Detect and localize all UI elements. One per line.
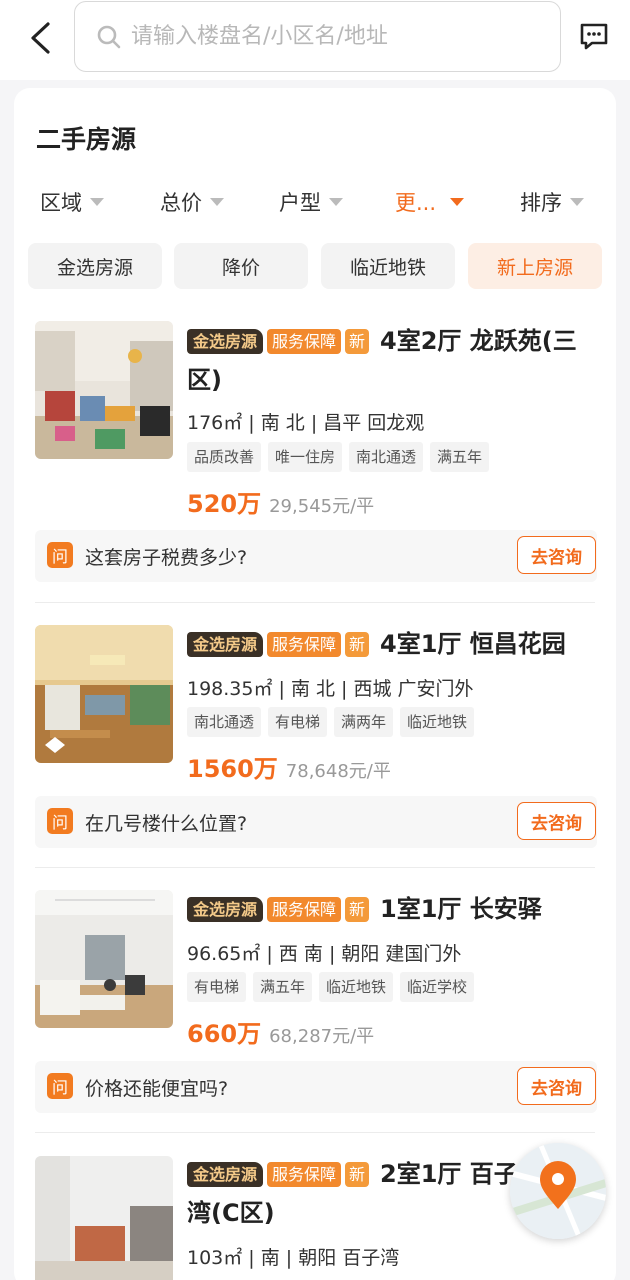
tag: 满两年 xyxy=(334,707,394,737)
unit-price: 68,287元/平 xyxy=(269,1026,375,1047)
chip-gold-listings[interactable]: 金选房源 xyxy=(28,243,162,289)
tag-list: 品质改善 唯一住房 南北通透 满五年 xyxy=(187,442,496,472)
tag-list: 有电梯 满五年 临近地铁 临近学校 xyxy=(187,972,481,1002)
listing-info: 103㎡ | 南 | 朝阳 百子湾 xyxy=(187,1247,400,1269)
consult-button[interactable]: 去咨询 xyxy=(517,1067,596,1105)
divider xyxy=(35,602,595,603)
tag: 临近地铁 xyxy=(400,707,475,737)
search-bar[interactable] xyxy=(74,1,561,72)
tag: 唯一住房 xyxy=(268,442,343,472)
unit-price: 29,545元/平 xyxy=(269,496,375,517)
question-bar: 问 这套房子税费多少? 去咨询 xyxy=(35,530,597,582)
price-row: 1560万 78,648元/平 xyxy=(187,749,391,784)
listing-title: 2室1厅 百子湾(C区) xyxy=(187,1160,518,1227)
question-icon: 问 xyxy=(47,808,73,834)
chip-near-subway[interactable]: 临近地铁 xyxy=(321,243,455,289)
question-text: 价格还能便宜吗? xyxy=(85,1078,229,1100)
question-text: 这套房子税费多少? xyxy=(85,547,248,569)
map-pin-icon xyxy=(510,1143,606,1239)
tag: 满五年 xyxy=(253,972,313,1002)
question-text: 在几号楼什么位置? xyxy=(85,813,248,835)
tag-list: 南北通透 有电梯 满两年 临近地铁 xyxy=(187,707,481,737)
search-icon xyxy=(95,23,123,51)
total-price: 520万 xyxy=(187,490,262,518)
consult-button[interactable]: 去咨询 xyxy=(517,802,596,840)
price-row: 520万 29,545元/平 xyxy=(187,484,374,519)
listing-info: 96.65㎡ | 西 南 | 朝阳 建国门外 xyxy=(187,943,462,965)
caret-down-icon xyxy=(329,198,343,206)
tag: 有电梯 xyxy=(187,972,247,1002)
total-price: 1560万 xyxy=(187,755,278,783)
filter-region[interactable]: 区域 xyxy=(40,184,104,220)
listing-info: 198.35㎡ | 南 北 | 西城 广安门外 xyxy=(187,678,474,700)
total-price: 660万 xyxy=(187,1020,262,1048)
divider xyxy=(35,867,595,868)
message-icon[interactable] xyxy=(576,18,612,54)
tag: 临近学校 xyxy=(400,972,475,1002)
caret-down-icon xyxy=(210,198,224,206)
section-title: 二手房源 xyxy=(36,125,137,154)
consult-button[interactable]: 去咨询 xyxy=(517,536,596,574)
tag: 品质改善 xyxy=(187,442,262,472)
listing-info: 176㎡ | 南 北 | 昌平 回龙观 xyxy=(187,412,425,434)
listing-title: 1室1厅 长安驿 xyxy=(380,895,542,923)
map-button[interactable] xyxy=(510,1143,606,1239)
tag: 南北通透 xyxy=(349,442,424,472)
listing-title: 4室2厅 龙跃苑(三区) xyxy=(187,327,577,394)
filter-bar: 区域 总价 户型 更... 排序 xyxy=(0,184,630,224)
top-bar xyxy=(0,0,630,80)
back-arrow-icon[interactable] xyxy=(22,18,58,58)
caret-down-icon xyxy=(90,198,104,206)
question-icon: 问 xyxy=(47,542,73,568)
filter-total-price[interactable]: 总价 xyxy=(160,184,224,220)
chip-price-drop[interactable]: 降价 xyxy=(174,243,308,289)
caret-down-icon xyxy=(570,198,584,206)
filter-more[interactable]: 更... xyxy=(395,184,465,220)
search-input[interactable] xyxy=(131,24,531,49)
caret-down-icon xyxy=(450,198,465,206)
question-bar: 问 在几号楼什么位置? 去咨询 xyxy=(35,796,597,848)
divider xyxy=(35,1132,595,1133)
filter-sort[interactable]: 排序 xyxy=(520,184,584,220)
filter-layout[interactable]: 户型 xyxy=(279,184,343,220)
filter-label: 排序 xyxy=(520,191,562,215)
tag: 有电梯 xyxy=(268,707,328,737)
question-bar: 问 价格还能便宜吗? 去咨询 xyxy=(35,1061,597,1113)
filter-label: 户型 xyxy=(279,191,321,215)
unit-price: 78,648元/平 xyxy=(285,761,391,782)
listing-photo xyxy=(35,625,173,763)
price-row: 660万 68,287元/平 xyxy=(187,1014,374,1049)
question-icon: 问 xyxy=(47,1073,73,1099)
filter-label: 区域 xyxy=(40,191,82,215)
filter-label: 更... xyxy=(395,191,437,215)
tag: 南北通透 xyxy=(187,707,262,737)
listing-photo xyxy=(35,890,173,1028)
listing-photo xyxy=(35,1156,173,1280)
tag: 临近地铁 xyxy=(319,972,394,1002)
listing-photo xyxy=(35,321,173,459)
listing-title: 4室1厅 恒昌花园 xyxy=(380,630,566,658)
filter-label: 总价 xyxy=(160,191,202,215)
chip-new-listings[interactable]: 新上房源 xyxy=(468,243,602,289)
quick-filter-chips: 金选房源 降价 临近地铁 新上房源 xyxy=(28,243,604,289)
tag: 满五年 xyxy=(430,442,490,472)
